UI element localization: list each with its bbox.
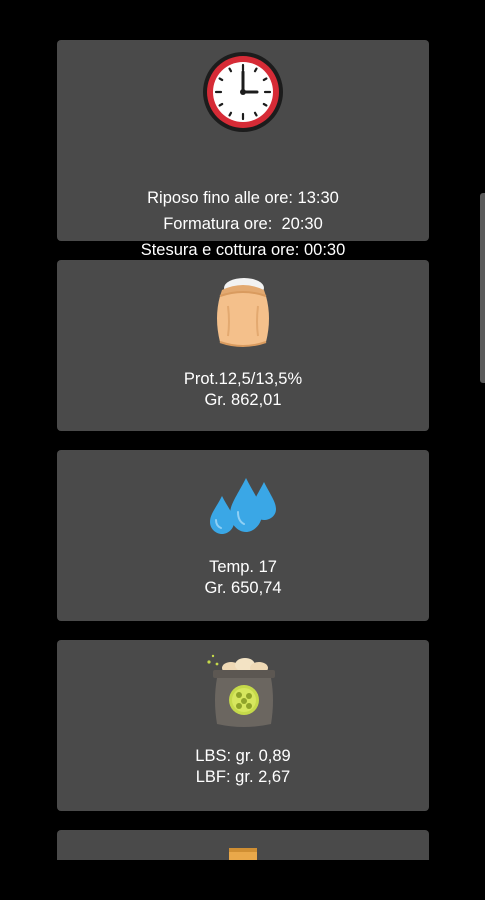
water-weight-label: Gr. 650,74 — [204, 579, 282, 597]
jar-icon-wrap — [57, 846, 429, 860]
jar-icon — [229, 848, 257, 860]
water-temperature-label: Temp. 17 — [209, 558, 277, 576]
flour-icon-wrap — [57, 272, 429, 352]
schedule-text: Riposo fino alle ore: 13:30 Formatura or… — [57, 185, 429, 263]
yeast-text: LBS: gr. 0,89 LBF: gr. 2,67 — [57, 746, 429, 788]
app-screen: Riposo fino alle ore: 13:30 Formatura or… — [0, 0, 485, 900]
card-yeast[interactable]: LBS: gr. 0,89 LBF: gr. 2,67 — [57, 640, 429, 811]
bottom-edge — [0, 860, 485, 900]
card-next-ingredient[interactable] — [57, 830, 429, 860]
flour-text: Prot.12,5/13,5% Gr. 862,01 — [57, 369, 429, 411]
flour-protein-label: Prot.12,5/13,5% — [183, 370, 303, 388]
rest-until-label: Riposo fino alle ore: 13:30 — [147, 189, 339, 207]
water-text: Temp. 17 Gr. 650,74 — [57, 557, 429, 599]
card-schedule[interactable]: Riposo fino alle ore: 13:30 Formatura or… — [57, 40, 429, 259]
water-icon-wrap — [57, 466, 429, 542]
clock-icon-wrap — [57, 50, 429, 134]
yeast-icon-wrap — [57, 652, 429, 732]
ingredient-list[interactable]: Riposo fino alle ore: 13:30 Formatura or… — [0, 0, 485, 860]
yeast-lbf-label: LBF: gr. 2,67 — [195, 768, 291, 786]
shaping-time-label: Formatura ore: 20:30 — [163, 215, 323, 233]
yeast-sack-icon — [207, 654, 275, 727]
card-water[interactable]: Temp. 17 Gr. 650,74 — [57, 450, 429, 621]
yeast-lbs-label: LBS: gr. 0,89 — [195, 747, 291, 765]
clock-icon — [203, 52, 283, 132]
card-flour[interactable]: Prot.12,5/13,5% Gr. 862,01 — [57, 260, 429, 431]
flour-weight-label: Gr. 862,01 — [204, 391, 282, 409]
edge-panel-handle[interactable] — [480, 193, 485, 383]
water-drops-icon — [210, 478, 276, 534]
flour-sack-icon — [217, 278, 269, 347]
